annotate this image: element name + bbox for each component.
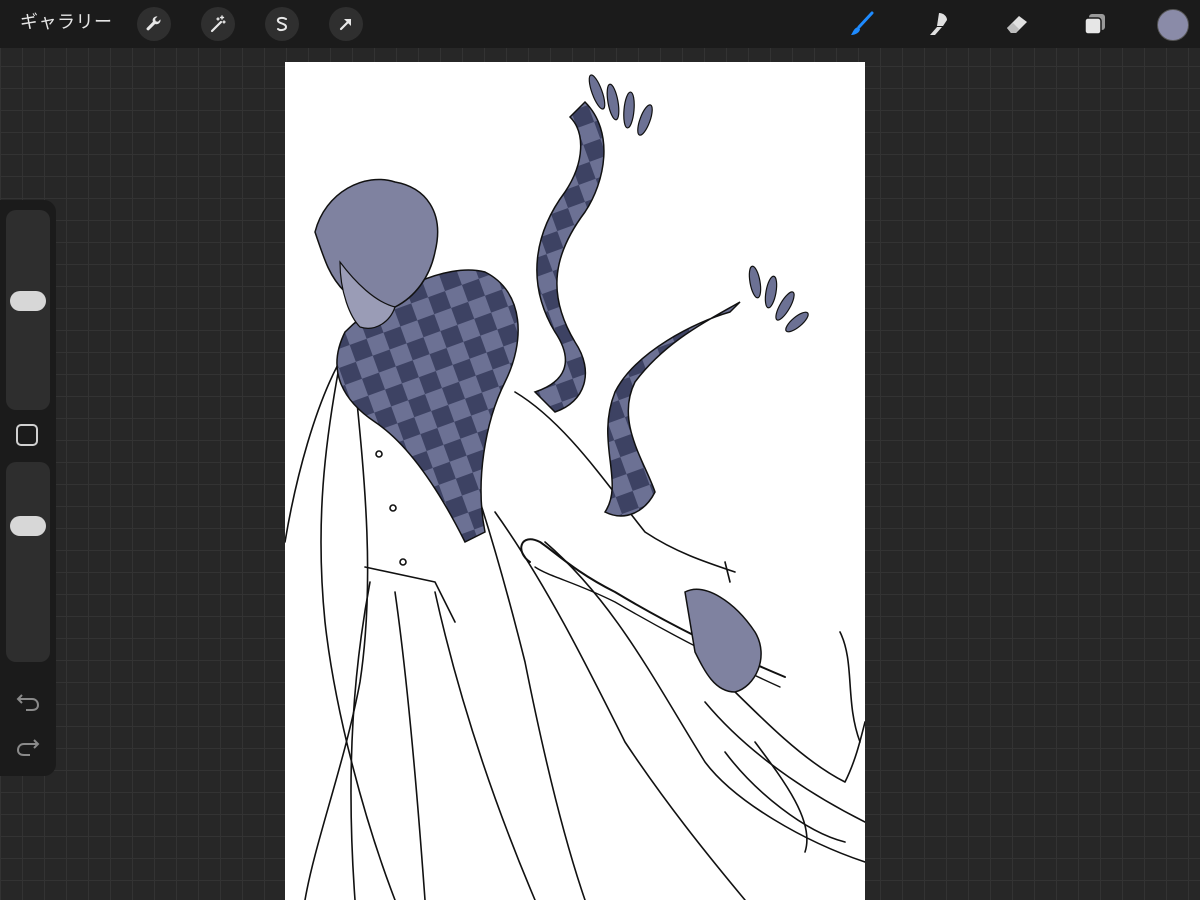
eraser-icon: [1007, 16, 1027, 33]
left-sidebar: [0, 200, 56, 776]
character-artwork: [285, 74, 865, 900]
top-toolbar: ギャラリー: [0, 0, 1200, 48]
opacity-slider[interactable]: [6, 462, 50, 662]
color-picker-button[interactable]: [1157, 9, 1189, 41]
transform-button[interactable]: [329, 7, 363, 41]
gallery-button[interactable]: ギャラリー: [20, 12, 113, 34]
actions-button[interactable]: [137, 7, 171, 41]
drawing-canvas[interactable]: [285, 62, 865, 900]
brush-icon: [851, 11, 874, 35]
smudge-icon: [930, 13, 947, 35]
layers-button[interactable]: [1078, 7, 1112, 41]
selection-icon: [276, 16, 288, 32]
selection-button[interactable]: [265, 7, 299, 41]
brush-size-slider[interactable]: [6, 210, 50, 410]
smudge-tool-button[interactable]: [922, 7, 956, 41]
transform-arrow-icon: [339, 18, 352, 31]
magic-wand-icon: [210, 15, 226, 33]
undo-icon[interactable]: [14, 687, 42, 715]
layers-icon: [1084, 14, 1105, 35]
redo-icon[interactable]: [14, 732, 42, 760]
brush-tool-button[interactable]: [845, 7, 879, 41]
square-icon[interactable]: [16, 424, 38, 446]
opacity-thumb[interactable]: [10, 516, 46, 536]
eraser-tool-button[interactable]: [1000, 7, 1034, 41]
adjustments-button[interactable]: [201, 7, 235, 41]
wrench-icon: [146, 16, 161, 31]
brush-size-thumb[interactable]: [10, 291, 46, 311]
